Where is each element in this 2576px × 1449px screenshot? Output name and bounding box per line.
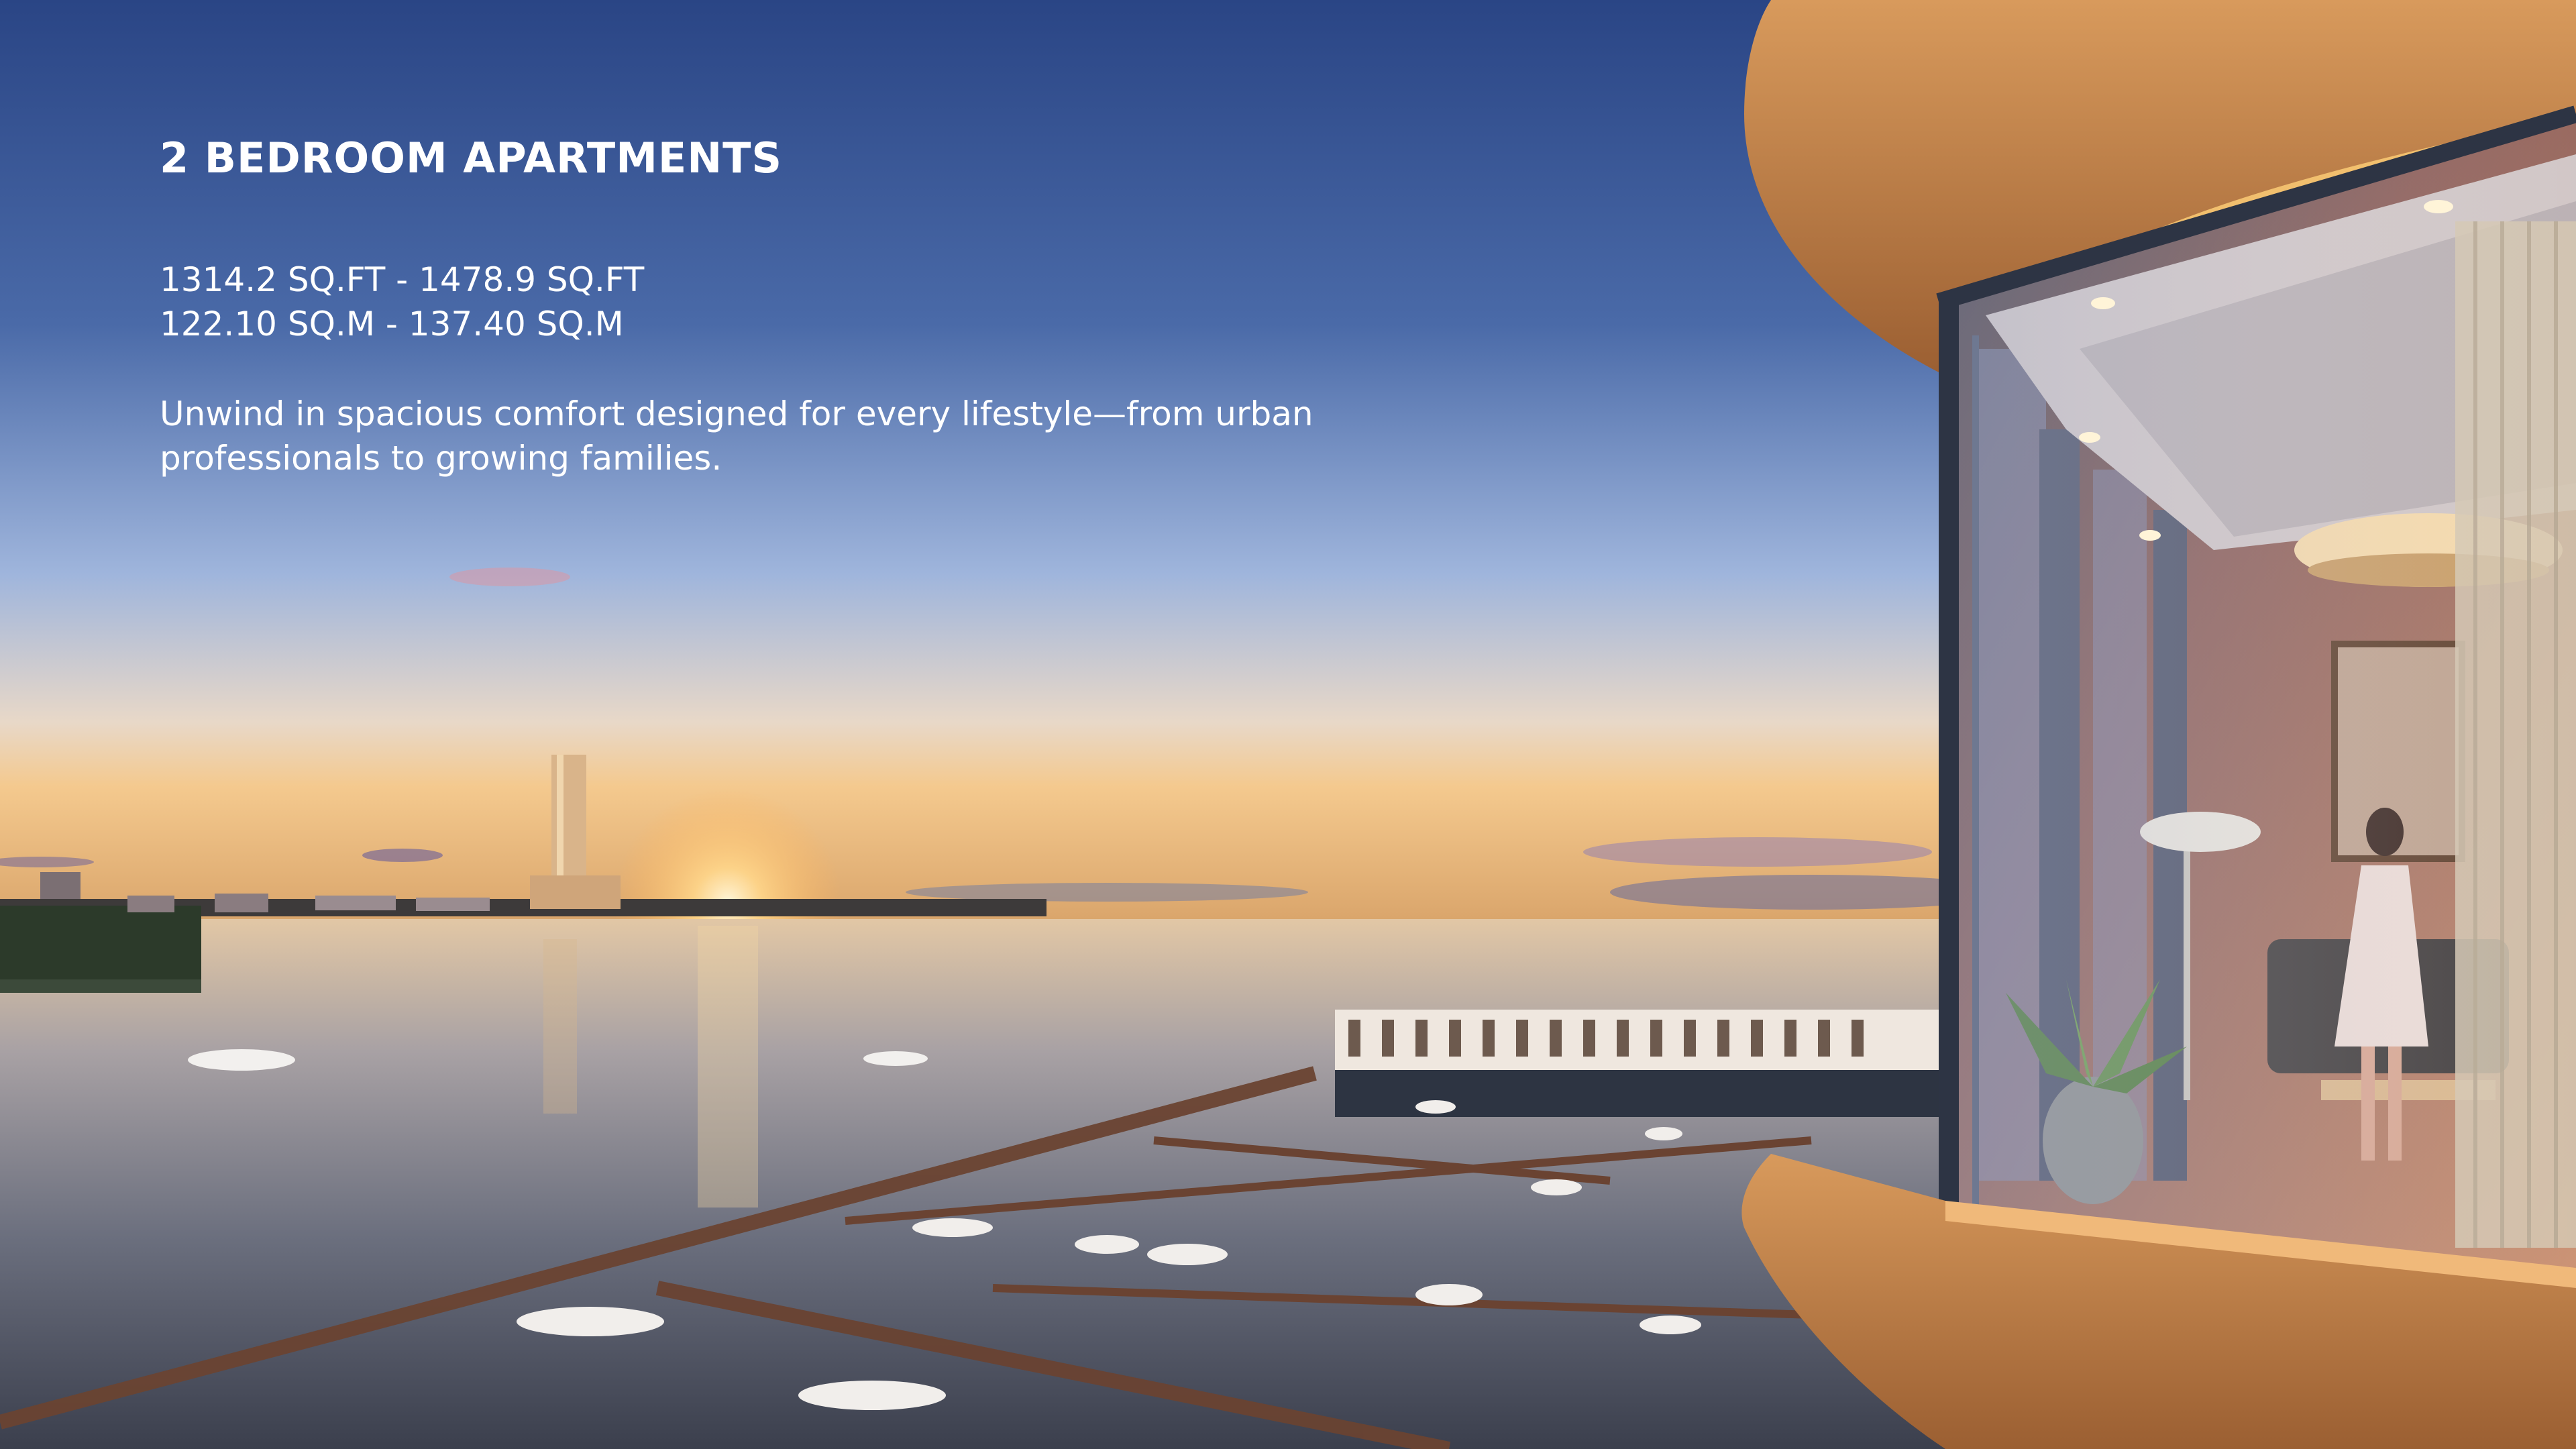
size-specs: 1314.2 SQ.FT - 1478.9 SQ.FT 122.10 SQ.M … bbox=[160, 258, 1313, 346]
area-sqm: 122.10 SQ.M - 137.40 SQ.M bbox=[160, 305, 624, 343]
text-overlay: 2 BEDROOM APARTMENTS 1314.2 SQ.FT - 1478… bbox=[160, 131, 1313, 480]
page-title: 2 BEDROOM APARTMENTS bbox=[160, 133, 783, 182]
area-sqft: 1314.2 SQ.FT - 1478.9 SQ.FT bbox=[160, 260, 645, 299]
description-text: Unwind in spacious comfort designed for … bbox=[160, 394, 1313, 478]
